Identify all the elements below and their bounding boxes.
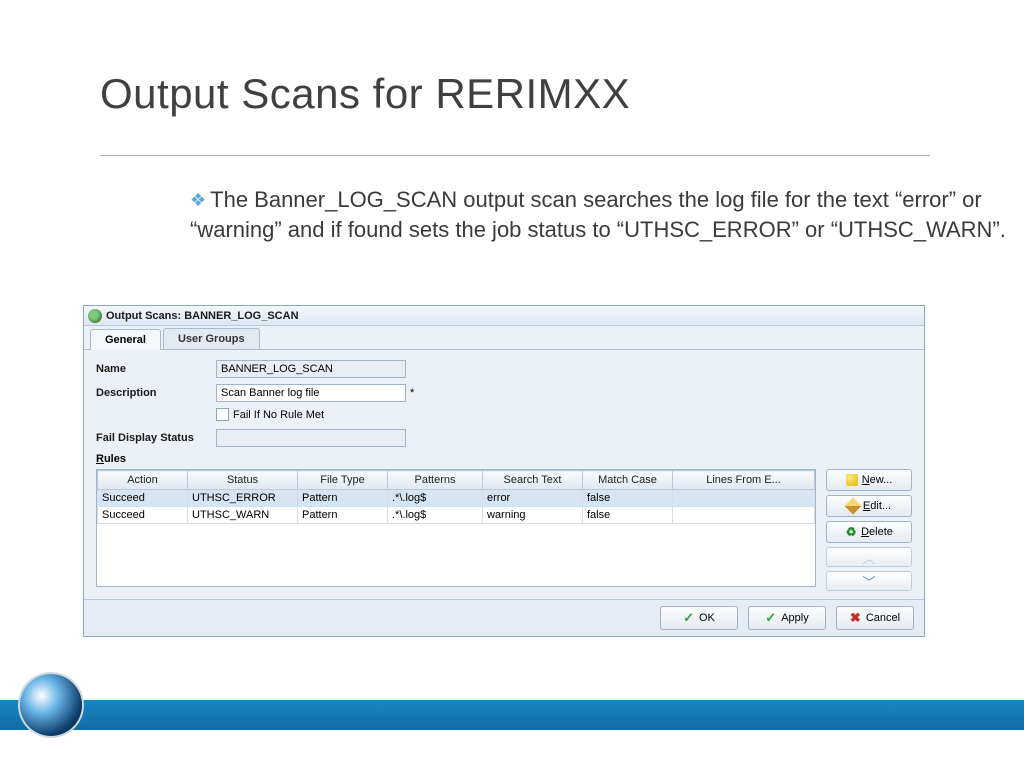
required-mark: * [410, 387, 414, 399]
rules-section-label: Rules [96, 453, 912, 465]
tab-strip: General User Groups [84, 326, 924, 350]
bullet-paragraph: ❖The Banner_LOG_SCAN output scan searche… [190, 185, 1010, 244]
description-field[interactable] [216, 384, 406, 402]
col-file-type[interactable]: File Type [298, 471, 388, 490]
window-icon [88, 309, 102, 323]
apply-button[interactable]: ✓ Apply [748, 606, 826, 630]
fail-display-status-field[interactable] [216, 429, 406, 447]
name-field[interactable] [216, 360, 406, 378]
edit-icon [844, 498, 861, 515]
col-status[interactable]: Status [188, 471, 298, 490]
delete-button[interactable]: ♻ Delete [826, 521, 912, 543]
col-lines-from-e[interactable]: Lines From E... [673, 471, 815, 490]
tab-user-groups[interactable]: User Groups [163, 328, 260, 349]
col-match-case[interactable]: Match Case [583, 471, 673, 490]
fail-if-no-rule-checkbox[interactable] [216, 408, 229, 421]
brand-logo [20, 674, 82, 736]
name-label: Name [96, 363, 216, 375]
diamond-bullet-icon: ❖ [190, 188, 206, 212]
chevron-up-icon: ︿ [862, 548, 875, 567]
new-icon [846, 474, 858, 486]
slide-title: Output Scans for RERIMXX [100, 70, 630, 118]
check-icon: ✓ [765, 610, 776, 626]
ok-button[interactable]: ✓ OK [660, 606, 738, 630]
bullet-text: The Banner_LOG_SCAN output scan searches… [190, 187, 1006, 242]
description-label: Description [96, 387, 216, 399]
window-body: Name Description * Fail If No Rule Met F… [84, 350, 924, 599]
check-icon: ✓ [683, 610, 694, 626]
table-row[interactable]: Succeed UTHSC_ERROR Pattern .*\.log$ err… [98, 490, 815, 507]
move-down-button[interactable]: ﹀ [826, 571, 912, 591]
delete-icon: ♻ [845, 526, 857, 538]
title-bar: Output Scans: BANNER_LOG_SCAN [84, 306, 924, 326]
table-row[interactable]: Succeed UTHSC_WARN Pattern .*\.log$ warn… [98, 507, 815, 524]
col-action[interactable]: Action [98, 471, 188, 490]
close-icon: ✖ [850, 610, 861, 626]
rules-grid[interactable]: Action Status File Type Patterns Search … [96, 469, 816, 587]
fail-if-no-rule-label: Fail If No Rule Met [233, 409, 324, 421]
cancel-button[interactable]: ✖ Cancel [836, 606, 914, 630]
chevron-down-icon: ﹀ [862, 572, 875, 591]
dialog-footer: ✓ OK ✓ Apply ✖ Cancel [84, 599, 924, 636]
brand-bar [0, 700, 1024, 730]
new-button[interactable]: New... [826, 469, 912, 491]
divider [100, 155, 930, 156]
window-title: Output Scans: BANNER_LOG_SCAN [106, 310, 299, 322]
edit-button[interactable]: Edit... [826, 495, 912, 517]
col-search-text[interactable]: Search Text [483, 471, 583, 490]
output-scans-window: Output Scans: BANNER_LOG_SCAN General Us… [83, 305, 925, 637]
col-patterns[interactable]: Patterns [388, 471, 483, 490]
fail-display-status-label: Fail Display Status [96, 432, 216, 444]
move-up-button[interactable]: ︿ [826, 547, 912, 567]
tab-general[interactable]: General [90, 329, 161, 350]
